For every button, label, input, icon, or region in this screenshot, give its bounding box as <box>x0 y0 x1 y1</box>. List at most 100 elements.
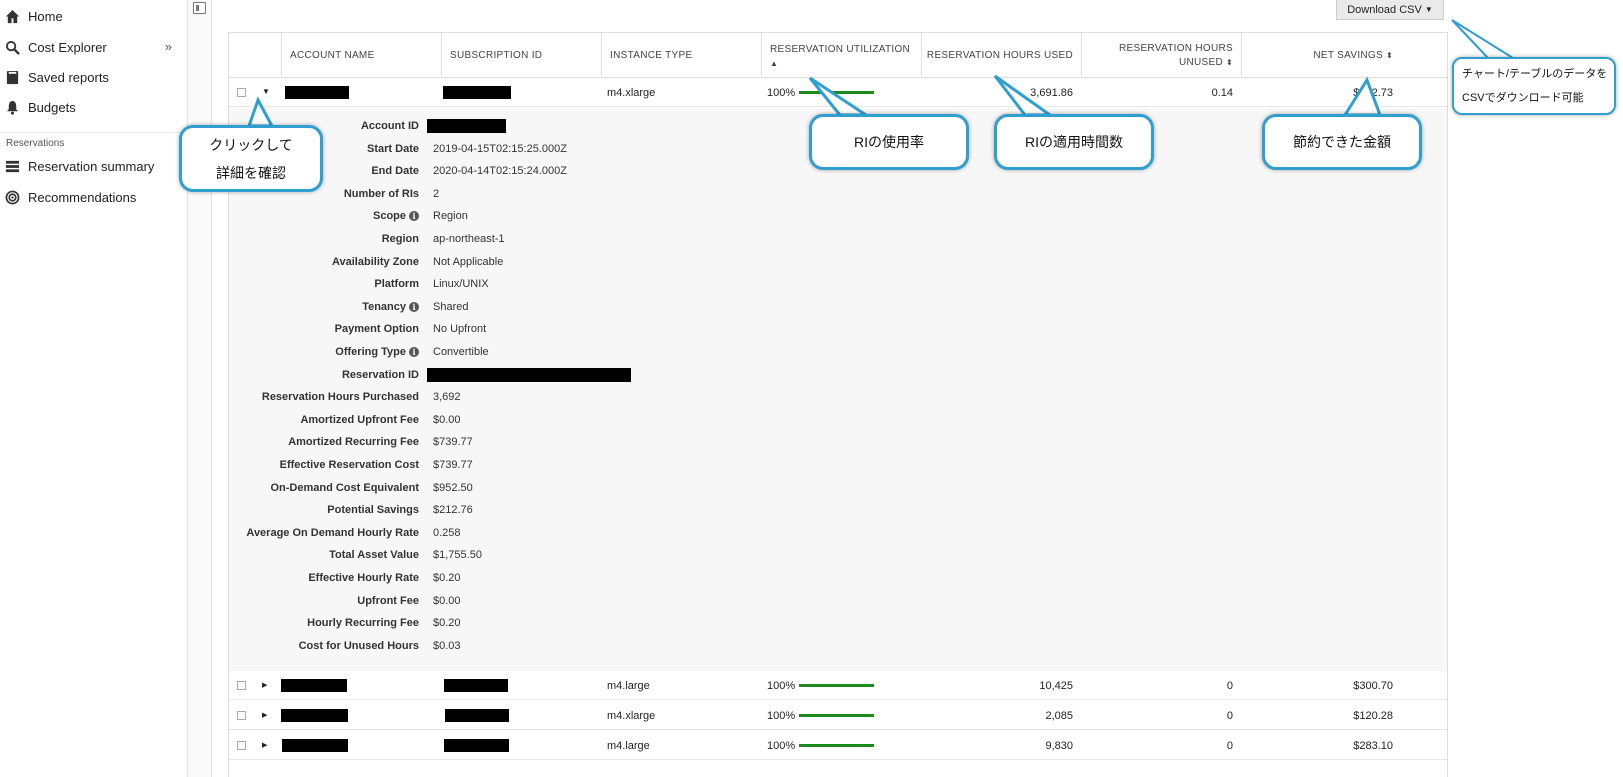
detail-label-text: Scope <box>372 210 406 223</box>
info-icon[interactable]: i <box>409 211 419 222</box>
callout-csv: チャート/テーブルのデータを CSVでダウンロード可能 <box>1452 57 1616 115</box>
report-icon <box>4 69 20 85</box>
header-label: UNUSED <box>1178 56 1223 68</box>
info-icon[interactable]: i <box>409 301 419 312</box>
table-row[interactable]: ▶ m4.xlarge 100% 2,085 0 $120.28 <box>229 701 1447 730</box>
header-net-savings[interactable]: NET SAVINGS ⬍ <box>1241 33 1401 78</box>
detail-value: Linux/UNIX <box>433 278 489 291</box>
redacted-block <box>282 739 348 752</box>
sidebar-item-cost-explorer[interactable]: Cost Explorer » <box>0 34 186 60</box>
detail-label: Payment Option <box>229 323 419 335</box>
sidebar-collapse-bar <box>188 0 212 777</box>
callout-hours: RIの適用時間数 <box>994 114 1154 170</box>
detail-label: Effective Hourly Rate <box>229 572 419 584</box>
utilization-bar <box>799 744 875 747</box>
caret-down-icon[interactable]: ▼ <box>262 87 270 96</box>
account-name-cell <box>282 731 348 760</box>
utilization-value: 100% <box>767 86 796 99</box>
header-account-name[interactable]: ACCOUNT NAME <box>281 33 441 78</box>
sidebar-section-label: Reservations <box>6 138 65 149</box>
detail-label-text: Effective Reservation Cost <box>279 459 419 471</box>
redacted-block <box>427 119 506 136</box>
header-reservation-hours-unused[interactable]: RESERVATION HOURS UNUSED ⬍ <box>1081 33 1241 78</box>
callout-text: RIの使用率 <box>854 134 924 150</box>
header-label: RESERVATION HOURS <box>1118 42 1233 54</box>
detail-label: Tenancy i <box>229 301 419 313</box>
list-icon <box>4 158 20 174</box>
detail-label: On-Demand Cost Equivalent <box>229 482 419 494</box>
detail-value: $0.20 <box>433 617 461 630</box>
row-checkbox[interactable] <box>237 741 246 750</box>
net-savings-cell: $300.70 <box>1353 679 1393 692</box>
collapse-sidebar-icon[interactable] <box>193 2 206 14</box>
detail-label-text: On-Demand Cost Equivalent <box>270 481 419 494</box>
table-row[interactable]: ▼ m4.xlarge 100% 3,691.86 0.14 $212.73 <box>229 78 1447 107</box>
sidebar-divider <box>0 132 186 133</box>
sidebar-item-budgets[interactable]: Budgets <box>0 94 186 120</box>
detail-label-text: Offering Type <box>335 346 406 358</box>
table-row[interactable]: ▶ m4.large 100% 9,830 0 $283.10 <box>229 731 1447 760</box>
info-icon[interactable]: i <box>409 347 419 357</box>
caret-right-icon[interactable]: ▶ <box>262 681 267 689</box>
hours-used-cell: 9,830 <box>1045 739 1073 752</box>
download-csv-button[interactable]: Download CSV ▼ <box>1336 0 1444 20</box>
header-label: SUBSCRIPTION ID <box>450 50 543 61</box>
hours-unused-cell: 0 <box>1226 739 1233 752</box>
sidebar-item-recommendations[interactable]: Recommendations <box>0 184 186 210</box>
subscription-id-cell <box>443 78 511 107</box>
row-checkbox[interactable] <box>237 88 246 97</box>
redacted-block <box>445 709 509 722</box>
detail-label: Effective Reservation Cost <box>229 459 419 471</box>
detail-value: $212.76 <box>433 504 473 517</box>
detail-value: $0.00 <box>433 594 461 607</box>
detail-value: Shared <box>433 300 469 313</box>
detail-label-text: Start Date <box>367 142 419 155</box>
detail-label: Offering Type i <box>229 346 419 358</box>
row-checkbox[interactable] <box>237 681 246 690</box>
utilization-cell: 100% <box>767 78 875 107</box>
net-savings-cell: $120.28 <box>1353 709 1393 722</box>
detail-label: Reservation Hours Purchased <box>229 391 419 403</box>
detail-label-text: Hourly Recurring Fee <box>307 617 419 630</box>
reservation-detail-panel: Account ID Start Date 2019-04-15T02:15:25.… <box>229 108 1447 699</box>
redacted-value <box>427 367 631 382</box>
instance-type-cell: m4.large <box>607 679 650 692</box>
detail-label-text: Amortized Recurring Fee <box>288 436 419 449</box>
sidebar-item-home[interactable]: Home <box>0 3 186 29</box>
detail-label-text: Average On Demand Hourly Rate <box>246 526 419 539</box>
detail-label-text: Payment Option <box>334 323 419 336</box>
table-row[interactable]: ▶ m4.large 100% 10,425 0 $300.70 <box>229 671 1447 700</box>
header-subscription-id[interactable]: SUBSCRIPTION ID <box>441 33 601 78</box>
sidebar-item-reservation-summary[interactable]: Reservation summary <box>0 153 186 179</box>
redacted-block <box>285 86 349 99</box>
detail-label: Cost for Unused Hours <box>229 640 419 652</box>
callout-savings: 節約できた金額 <box>1262 114 1422 170</box>
chevron-right-icon[interactable]: » <box>165 39 172 54</box>
detail-value: 2 <box>433 187 440 200</box>
sidebar-item-saved-reports[interactable]: Saved reports <box>0 64 186 90</box>
header-reservation-hours-used[interactable]: RESERVATION HOURS USED <box>921 33 1081 78</box>
detail-value: Convertible <box>433 346 489 358</box>
instance-type-cell: m4.xlarge <box>607 709 656 722</box>
header-instance-type[interactable]: INSTANCE TYPE <box>601 33 761 78</box>
detail-value: $0.20 <box>433 572 461 584</box>
subscription-id-cell <box>444 731 509 760</box>
caret-right-icon[interactable]: ▶ <box>262 711 267 719</box>
caret-right-icon[interactable]: ▶ <box>262 741 267 749</box>
sidebar-item-label: Cost Explorer <box>28 39 107 55</box>
sidebar-item-label: Saved reports <box>28 69 109 85</box>
utilization-bar <box>799 684 875 687</box>
detail-value: ap-northeast-1 <box>433 233 505 245</box>
header-label: NET SAVINGS <box>1313 50 1383 61</box>
callout-text: RIの適用時間数 <box>1025 134 1123 150</box>
detail-label: Average On Demand Hourly Rate <box>229 527 419 539</box>
utilization-cell: 100% <box>767 731 875 760</box>
header-reservation-utilization[interactable]: RESERVATION UTILIZATION ▲ <box>761 33 921 78</box>
utilization-value: 100% <box>767 709 796 722</box>
row-checkbox[interactable] <box>237 711 246 720</box>
instance-type-cell: m4.xlarge <box>607 86 656 99</box>
detail-label-text: Upfront Fee <box>357 594 419 607</box>
detail-value: $739.77 <box>433 436 473 449</box>
redacted-block <box>427 367 631 385</box>
detail-value: $1,755.50 <box>433 549 482 562</box>
